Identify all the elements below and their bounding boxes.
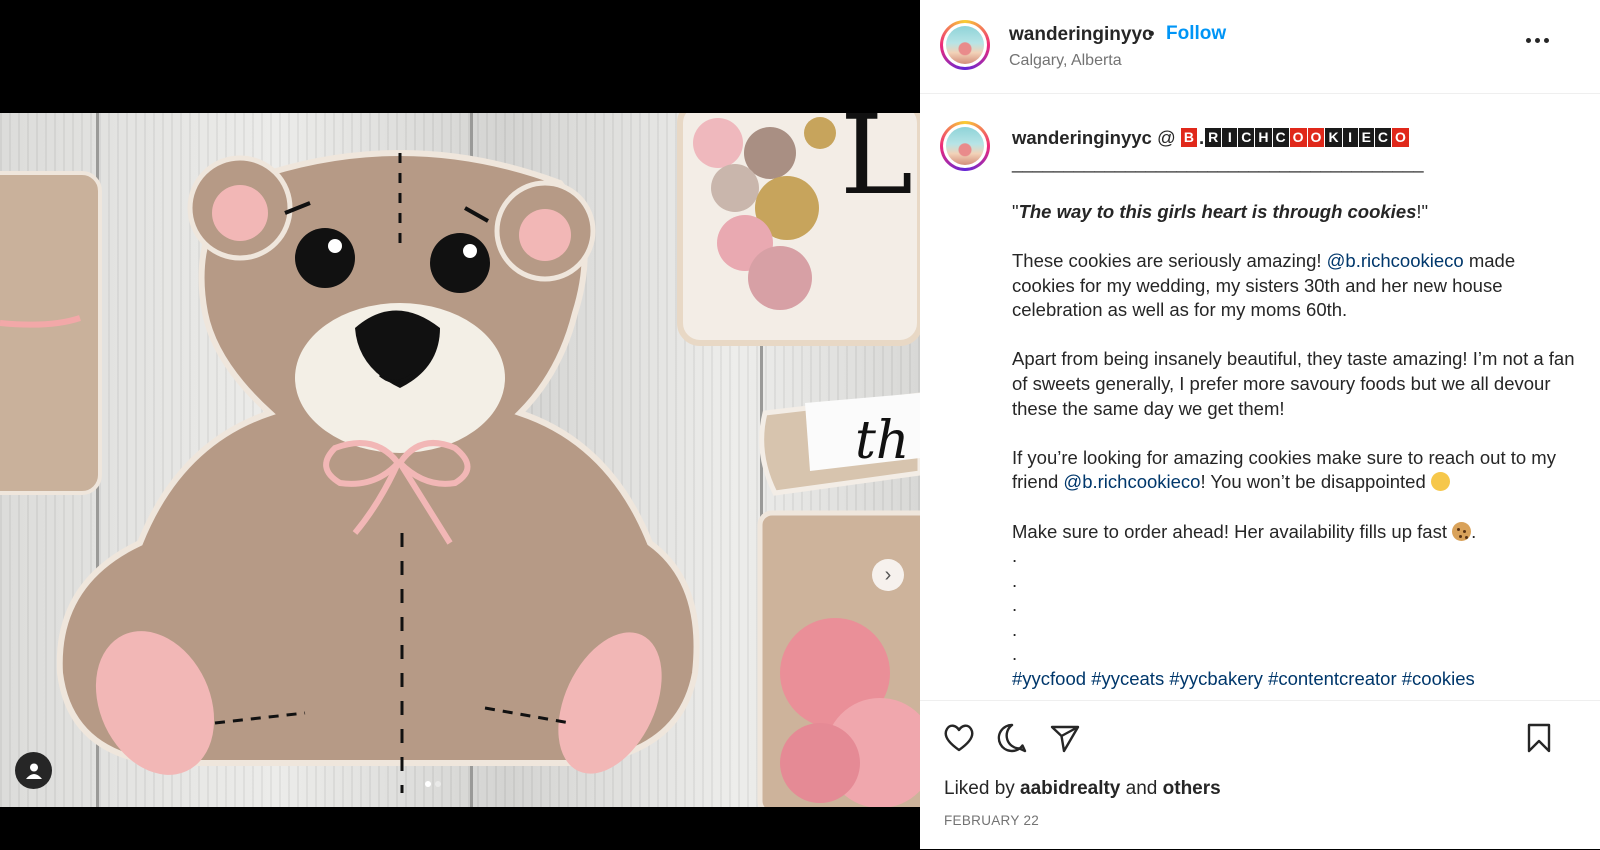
- caption-paragraph-3: If you’re looking for amazing cookies ma…: [1012, 446, 1556, 493]
- caption-username[interactable]: wanderinginyyc: [1012, 127, 1152, 148]
- more-options-icon[interactable]: [1526, 38, 1549, 43]
- dot-line: .: [1012, 545, 1018, 567]
- cookie-emoji-icon: [1452, 521, 1472, 541]
- hashtag-link[interactable]: #yycbakery: [1169, 668, 1263, 689]
- at-sign: @: [1156, 127, 1176, 148]
- mention-letter-box: O: [1392, 128, 1409, 147]
- caption-avatar[interactable]: [940, 121, 990, 171]
- hashtag-link[interactable]: #yycfood: [1012, 668, 1086, 689]
- post-media: L th ›: [0, 0, 920, 849]
- cookie-illustration: L th: [0, 113, 920, 807]
- mention-letter-box: I: [1342, 128, 1358, 147]
- mention-letter-box: I: [1222, 128, 1238, 147]
- action-bar: Liked by aabidrealty and others FEBRUARY…: [920, 700, 1600, 850]
- svg-text:L: L: [840, 113, 913, 219]
- post-panel: wanderinginyyc • Follow Calgary, Alberta…: [920, 0, 1600, 849]
- hashtag-link[interactable]: #yyceats: [1091, 668, 1164, 689]
- liked-by-user-link[interactable]: aabidrealty: [1020, 778, 1120, 799]
- stylized-mention[interactable]: B.RICHCOOKIECO: [1180, 127, 1410, 148]
- mention-letter-box: O: [1307, 128, 1325, 147]
- carousel-indicator: [425, 781, 441, 787]
- caption-first-line: wanderinginyyc @ B.RICHCOOKIECO: [1012, 126, 1577, 151]
- dot-line: .: [1012, 643, 1018, 665]
- caption-paragraph-4: Make sure to order ahead! Her availabili…: [1012, 520, 1477, 542]
- header-username[interactable]: wanderinginyyc: [1009, 24, 1153, 46]
- mention-letter-box: K: [1325, 128, 1342, 147]
- mention-letter-box: H: [1255, 128, 1272, 147]
- mention-letter-box: R: [1205, 128, 1222, 147]
- user-tag-icon[interactable]: [15, 752, 52, 789]
- caption-divider: ________________________________________: [1012, 151, 1424, 173]
- liked-by-others-link[interactable]: others: [1163, 778, 1221, 799]
- mention-letter-box: C: [1374, 128, 1392, 147]
- post-date[interactable]: FEBRUARY 22: [944, 813, 1039, 828]
- hashtags: #yycfood #yyceats #yycbakery #contentcre…: [1012, 667, 1577, 692]
- post-photo[interactable]: L th ›: [0, 113, 920, 807]
- mention-letter-box: C: [1238, 128, 1255, 147]
- carousel-dot: [435, 781, 441, 787]
- caption-area: wanderinginyyc @ B.RICHCOOKIECO ________…: [920, 93, 1600, 700]
- carousel-next-button[interactable]: ›: [872, 559, 904, 591]
- chevron-right-icon: ›: [884, 564, 892, 586]
- separator-dot: •: [1148, 24, 1155, 45]
- caption-quote: "The way to this girls heart is through …: [1012, 200, 1429, 222]
- bookmark-icon[interactable]: [1522, 721, 1556, 755]
- party-face-emoji-icon: [1430, 472, 1450, 492]
- dot-line: .: [1012, 618, 1018, 640]
- paper-plane-icon[interactable]: [1048, 721, 1082, 755]
- hashtag-link[interactable]: #contentcreator: [1268, 668, 1397, 689]
- mention-link[interactable]: @b.richcookieco: [1063, 471, 1200, 492]
- dot-line: .: [1012, 569, 1018, 591]
- hashtag-link[interactable]: #cookies: [1402, 668, 1475, 689]
- caption-text: wanderinginyyc @ B.RICHCOOKIECO ________…: [1012, 126, 1577, 692]
- follow-button[interactable]: Follow: [1166, 23, 1226, 45]
- avatar[interactable]: [940, 20, 990, 70]
- dot-line: .: [1012, 594, 1018, 616]
- mention-letter-box: B: [1180, 128, 1198, 147]
- post-header: wanderinginyyc • Follow Calgary, Alberta: [920, 0, 1600, 94]
- mention-letter-box: C: [1272, 128, 1289, 147]
- mention-letter-box: O: [1289, 128, 1307, 147]
- comment-icon[interactable]: [995, 721, 1029, 755]
- caption-paragraph-2: Apart from being insanely beautiful, the…: [1012, 348, 1575, 419]
- mention-letter-box: E: [1358, 128, 1374, 147]
- carousel-dot-active: [425, 781, 431, 787]
- location-link[interactable]: Calgary, Alberta: [1009, 52, 1122, 70]
- heart-icon[interactable]: [942, 721, 976, 755]
- caption-paragraph-1: These cookies are seriously amazing! @b.…: [1012, 249, 1516, 321]
- svg-text:th: th: [855, 411, 909, 471]
- mention-link[interactable]: @b.richcookieco: [1327, 250, 1464, 271]
- liked-by: Liked by aabidrealty and others: [944, 778, 1221, 799]
- mention-letter-box: .: [1199, 127, 1205, 148]
